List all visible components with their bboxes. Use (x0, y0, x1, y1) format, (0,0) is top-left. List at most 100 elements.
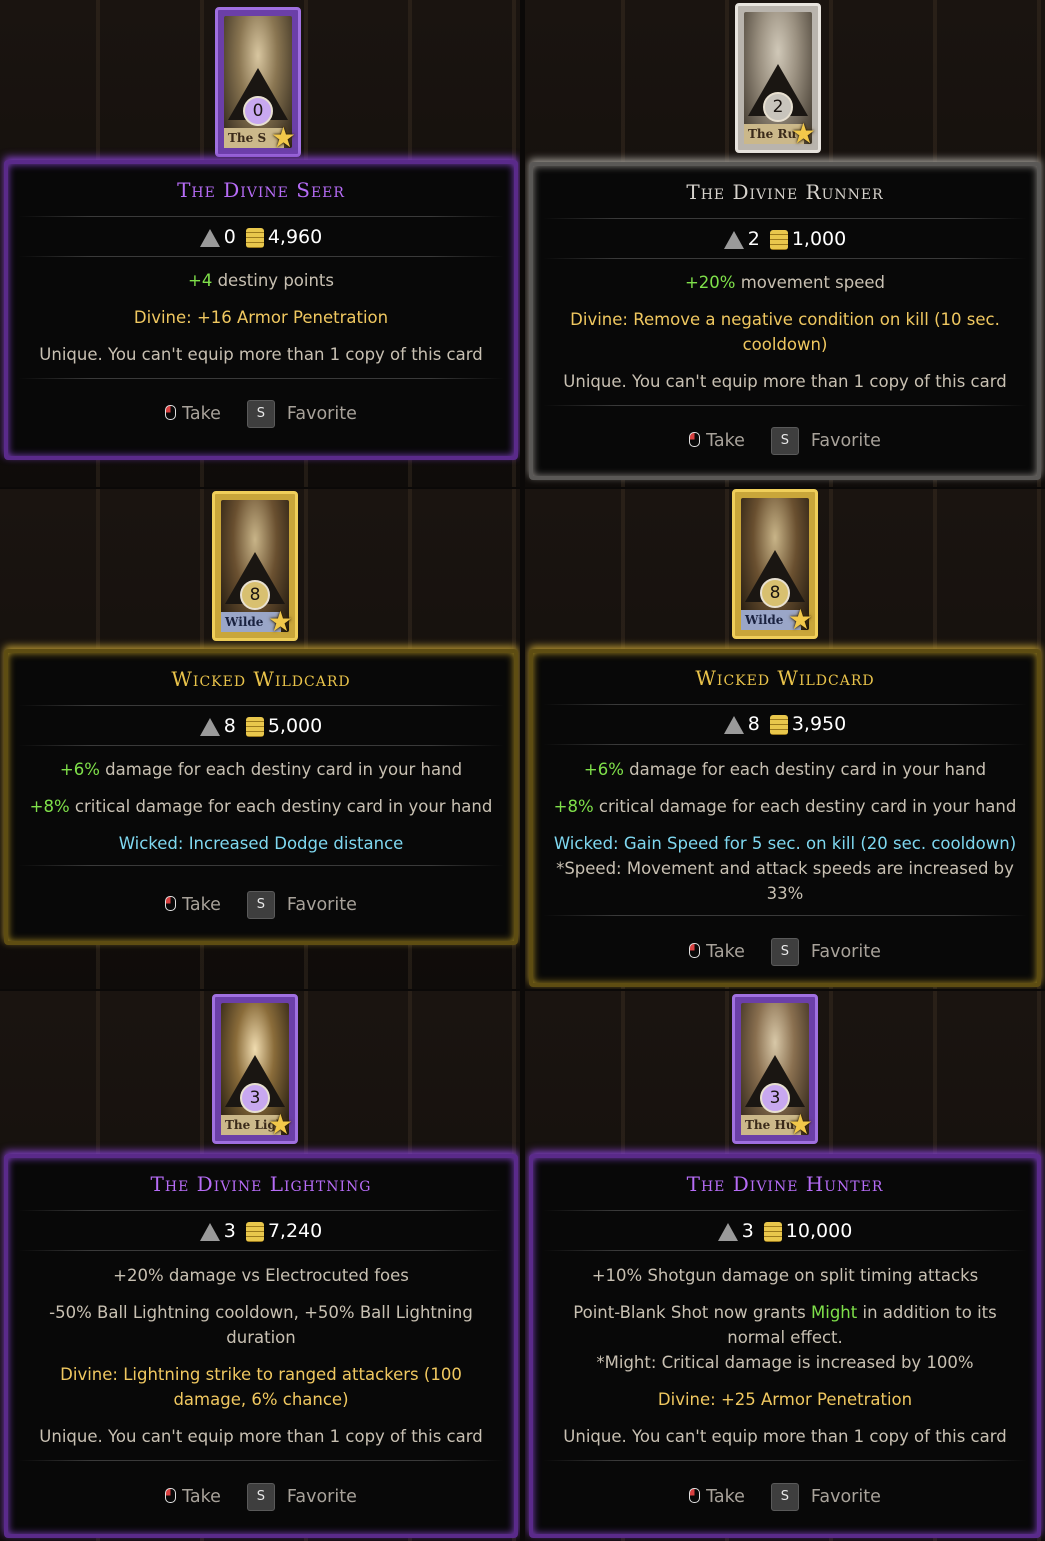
divider (543, 1460, 1027, 1461)
favorite-button[interactable]: Favorite (811, 1487, 881, 1507)
favorite-button[interactable]: Favorite (287, 404, 357, 424)
destiny-triangle-icon (199, 717, 220, 736)
card-cell-divine-seer: 0 The S ★ The Divine Seer 0 4,960 +4 dest… (0, 0, 520, 487)
card-effect-line: +6% damage for each destiny card in your… (59, 760, 463, 779)
key-s-icon: S (246, 400, 275, 428)
gold-coins-icon (245, 227, 264, 248)
card-effect-line: +6% damage for each destiny card in your… (583, 760, 987, 779)
divider (543, 704, 1027, 705)
card-stats: 8 5,000 (8, 715, 514, 737)
key-s-icon: S (246, 1483, 275, 1511)
divider (543, 1250, 1027, 1251)
divider (18, 1210, 504, 1211)
card-unique-note: Unique. You can't equip more than 1 copy… (39, 1427, 483, 1446)
divider (18, 705, 504, 706)
divider (18, 1250, 504, 1251)
card-art-divine-seer[interactable]: 0 The S ★ (215, 7, 301, 157)
favorite-button[interactable]: Favorite (287, 895, 357, 915)
destiny-triangle-icon (723, 230, 744, 249)
take-button[interactable]: Take (165, 404, 221, 424)
card-price: 10,000 (785, 1220, 853, 1242)
card-art-cost: 8 (760, 578, 790, 608)
card-price: 7,240 (267, 1220, 323, 1242)
gold-coins-icon (769, 229, 788, 250)
card-cost: 2 (747, 228, 760, 250)
star-icon: ★ (267, 1108, 293, 1141)
divider (18, 1460, 504, 1461)
divider (543, 744, 1027, 745)
card-effect-line: +8% critical damage for each destiny car… (29, 797, 493, 816)
divider (18, 745, 504, 746)
gold-coins-icon (763, 1221, 782, 1242)
card-price: 5,000 (267, 715, 323, 737)
card-divine-line: Divine: +25 Armor Penetration (657, 1390, 913, 1409)
card-actions: Take S Favorite (533, 1483, 1037, 1513)
card-tooltip-divine-hunter: The Divine Hunter 3 10,000 +10% Shotgun d… (529, 1154, 1041, 1538)
card-effect-line: Point-Blank Shot now grants Might in add… (573, 1303, 997, 1347)
divider (18, 865, 504, 866)
card-art-divine-lightning[interactable]: 3 The Ligh ★ (212, 994, 298, 1144)
card-art-wicked-wildcard[interactable]: 8 Wilde ★ (212, 491, 298, 641)
divider (18, 378, 504, 379)
card-art-cost: 3 (240, 1083, 270, 1113)
card-stats: 0 4,960 (8, 226, 514, 248)
mouse-left-click-icon (165, 1488, 177, 1503)
take-button[interactable]: Take (165, 1487, 221, 1507)
card-art-divine-hunter[interactable]: 3 The Hu ★ (732, 994, 818, 1144)
divider (543, 405, 1027, 406)
divider (543, 915, 1027, 916)
card-art-cost: 8 (240, 580, 270, 610)
gold-coins-icon (245, 1221, 264, 1242)
destiny-triangle-icon (717, 1222, 738, 1241)
card-tooltip-divine-seer: The Divine Seer 0 4,960 +4 destiny points… (4, 160, 518, 460)
card-cost: 0 (223, 226, 236, 248)
card-art-divine-runner[interactable]: 2 The Ru ★ (735, 3, 821, 153)
card-actions: Take S Favorite (8, 400, 514, 430)
key-s-icon: S (770, 938, 799, 966)
card-stats: 3 10,000 (533, 1220, 1037, 1242)
card-might-note: *Might: Critical damage is increased by … (596, 1353, 974, 1372)
take-button[interactable]: Take (165, 895, 221, 915)
card-wicked-line: Wicked: Gain Speed for 5 sec. on kill (2… (553, 834, 1017, 853)
divider (543, 258, 1027, 259)
take-button[interactable]: Take (689, 1487, 745, 1507)
mouse-left-click-icon (689, 943, 701, 958)
star-icon: ★ (270, 121, 296, 154)
card-tooltip-divine-lightning: The Divine Lightning 3 7,240 +20% damage … (4, 1154, 518, 1538)
card-cell-divine-runner: 2 The Ru ★ The Divine Runner 2 1,000 +20%… (525, 0, 1045, 487)
favorite-button[interactable]: Favorite (811, 942, 881, 962)
star-icon: ★ (787, 1108, 813, 1141)
take-button[interactable]: Take (689, 431, 745, 451)
card-effect-line: -50% Ball Lightning cooldown, +50% Ball … (49, 1303, 473, 1347)
favorite-button[interactable]: Favorite (811, 431, 881, 451)
card-price: 3,950 (791, 713, 847, 735)
card-price: 4,960 (267, 226, 323, 248)
card-title: Wicked Wildcard (695, 666, 875, 690)
card-unique-note: Unique. You can't equip more than 1 copy… (563, 1427, 1007, 1446)
card-art-cost: 0 (243, 96, 273, 126)
card-cell-wicked-wildcard-2: 8 Wilde ★ Wicked Wildcard 8 3,950 +6% dam… (525, 489, 1045, 989)
card-tooltip-wicked-wildcard-2: Wicked Wildcard 8 3,950 +6% damage for ea… (529, 649, 1041, 987)
card-stats: 2 1,000 (533, 228, 1037, 250)
card-actions: Take S Favorite (533, 938, 1037, 968)
take-button[interactable]: Take (689, 942, 745, 962)
card-title: The Divine Runner (686, 180, 884, 204)
favorite-button[interactable]: Favorite (287, 1487, 357, 1507)
card-effect-line: +10% Shotgun damage on split timing atta… (591, 1266, 979, 1285)
mouse-left-click-icon (165, 896, 177, 911)
card-effect-line: +20% movement speed (684, 273, 886, 292)
card-actions: Take S Favorite (8, 1483, 514, 1513)
card-effect-line: +20% damage vs Electrocuted foes (113, 1266, 409, 1285)
divider (18, 216, 504, 217)
card-cost: 3 (223, 1220, 236, 1242)
card-art-wicked-wildcard[interactable]: 8 Wilde ★ (732, 489, 818, 639)
divider (543, 218, 1027, 219)
card-unique-note: Unique. You can't equip more than 1 copy… (563, 372, 1007, 391)
destiny-triangle-icon (199, 228, 220, 247)
gold-coins-icon (245, 716, 264, 737)
mouse-left-click-icon (689, 432, 701, 447)
card-price: 1,000 (791, 228, 847, 250)
divider (18, 256, 504, 257)
card-cost: 8 (747, 713, 760, 735)
gold-coins-icon (769, 714, 788, 735)
